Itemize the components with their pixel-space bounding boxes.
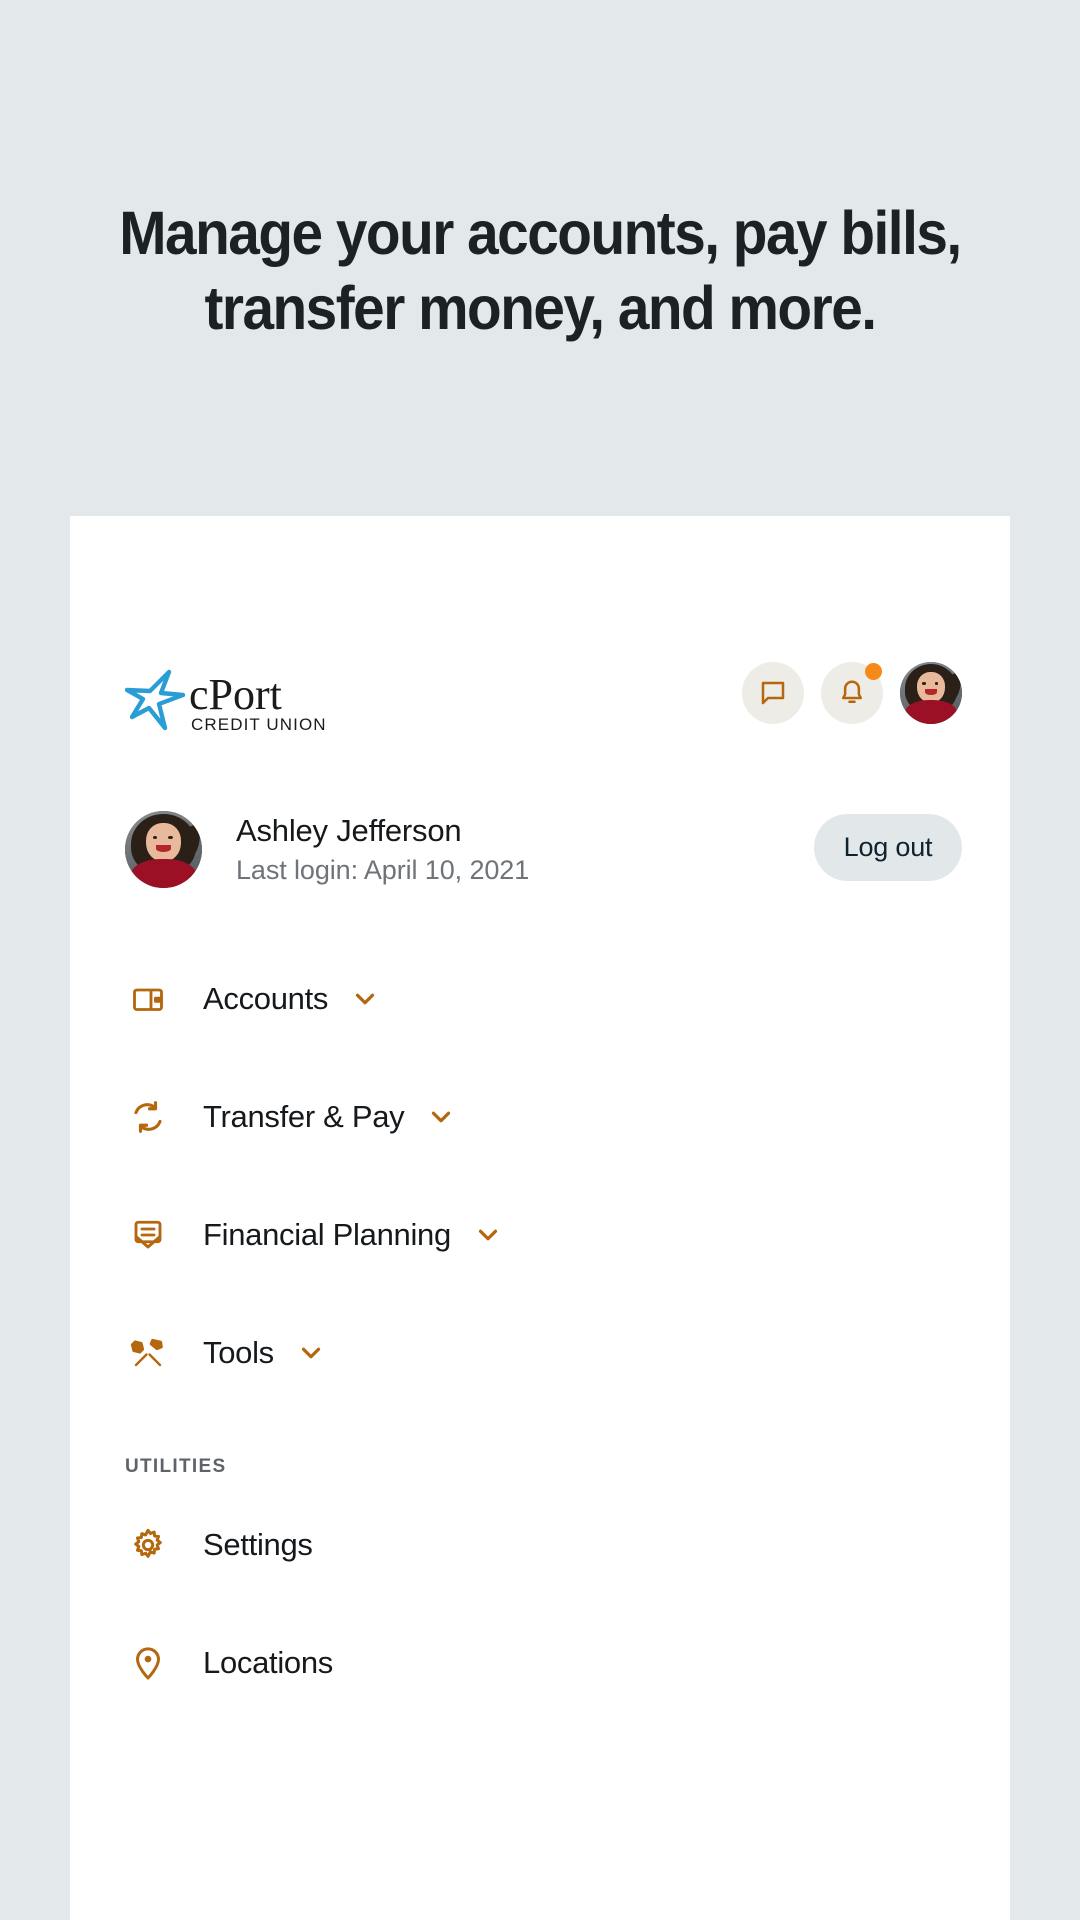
- nav-item-transfer-and-pay[interactable]: Transfer & Pay: [70, 1074, 1010, 1160]
- app-screenshot-card: cPort CREDIT UNION Ashley Jefferson Last…: [70, 516, 1010, 1920]
- last-login-text: Last login: April 10, 2021: [236, 855, 530, 885]
- chevron-down-icon[interactable]: [296, 1338, 326, 1368]
- promo-headline-line-1: Manage your accounts, pay bills,: [119, 199, 962, 267]
- nav-label: Transfer & Pay: [203, 1099, 405, 1134]
- envelope-icon: [125, 1212, 171, 1258]
- gear-icon: [125, 1522, 171, 1568]
- profile-details: Ashley Jefferson Last login: April 10, 2…: [236, 811, 529, 889]
- cport-logo[interactable]: cPort CREDIT UNION: [125, 668, 353, 740]
- sync-icon: [125, 1094, 171, 1140]
- map-pin-icon: [125, 1640, 171, 1686]
- chevron-down-icon[interactable]: [426, 1102, 456, 1132]
- nav-item-tools[interactable]: Tools: [70, 1310, 1010, 1396]
- nav-item-locations[interactable]: Locations: [70, 1620, 1010, 1706]
- chevron-down-icon[interactable]: [473, 1220, 503, 1250]
- avatar-image: [900, 662, 962, 724]
- navigation-menu: Accounts Transfer & Pay Financial Planni…: [70, 956, 1010, 1706]
- bell-icon: [842, 680, 862, 703]
- avatar-image: [125, 811, 202, 888]
- logout-button[interactable]: Log out: [814, 814, 962, 881]
- screen: Manage your accounts, pay bills, transfe…: [0, 0, 1080, 1920]
- chevron-down-icon[interactable]: [350, 984, 380, 1014]
- profile-avatar-button[interactable]: [900, 662, 962, 724]
- section-header-utilities: UTILITIES: [125, 1456, 227, 1477]
- header-actions: [742, 662, 962, 724]
- nav-label: Locations: [203, 1645, 334, 1680]
- profile-row: Ashley Jefferson Last login: April 10, 2…: [70, 811, 1010, 907]
- chat-icon: [761, 681, 785, 705]
- profile-avatar: [125, 811, 202, 888]
- nav-label: Settings: [203, 1527, 313, 1562]
- nav-item-financial-planning[interactable]: Financial Planning: [70, 1192, 1010, 1278]
- app-header: cPort CREDIT UNION: [70, 648, 1010, 758]
- promo-headline: Manage your accounts, pay bills, transfe…: [38, 196, 1042, 346]
- nav-label: Accounts: [203, 981, 329, 1016]
- profile-name: Ashley Jefferson: [236, 813, 462, 848]
- tools-icon: [125, 1330, 171, 1376]
- notification-badge: [865, 663, 882, 680]
- nav-item-accounts[interactable]: Accounts: [70, 956, 1010, 1042]
- wallet-icon: [125, 976, 171, 1022]
- messages-button[interactable]: [742, 662, 804, 724]
- notifications-button[interactable]: [821, 662, 883, 724]
- promo-headline-line-2: transfer money, and more.: [204, 274, 877, 342]
- star-icon: [125, 669, 186, 731]
- svg-text:CREDIT UNION: CREDIT UNION: [191, 715, 327, 734]
- nav-label: Tools: [203, 1335, 274, 1370]
- svg-text:cPort: cPort: [189, 670, 282, 719]
- nav-item-settings[interactable]: Settings: [70, 1502, 1010, 1588]
- nav-label: Financial Planning: [203, 1217, 451, 1252]
